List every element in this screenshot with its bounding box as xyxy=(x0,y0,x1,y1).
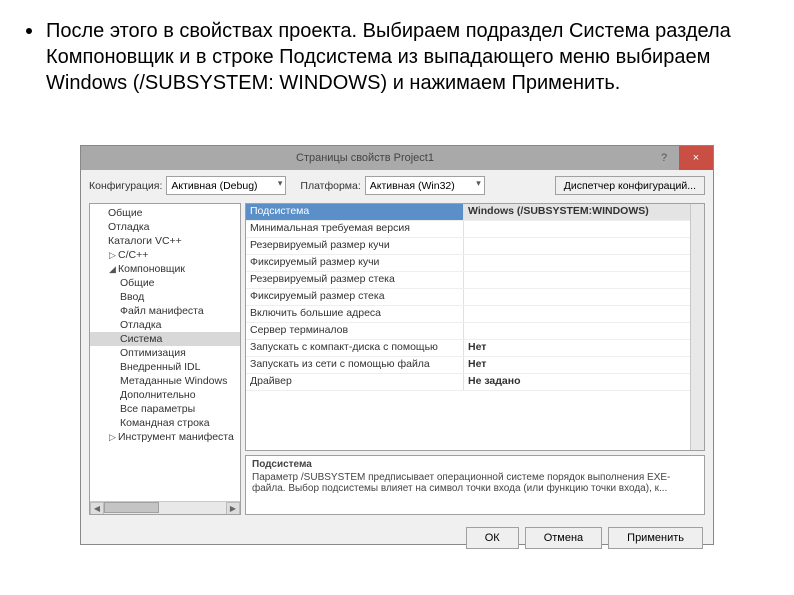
grid-property-value[interactable] xyxy=(464,289,704,305)
expander-icon[interactable]: ◢ xyxy=(108,264,117,275)
property-tree[interactable]: ОбщиеОтладкаКаталоги VC++▷C/C++◢Компонов… xyxy=(89,203,241,515)
tree-item[interactable]: Файл манифеста xyxy=(90,304,240,318)
tree-item[interactable]: Командная строка xyxy=(90,416,240,430)
property-grid: Подсистема Windows (/SUBSYSTEM:WINDOWS) … xyxy=(245,203,705,451)
tree-item-label: Оптимизация xyxy=(120,347,186,359)
grid-row[interactable]: Включить большие адреса xyxy=(246,306,704,323)
tree-item-label: Каталоги VC++ xyxy=(108,235,182,247)
config-select[interactable]: Активная (Debug) xyxy=(166,176,286,195)
tree-item[interactable]: Метаданные Windows xyxy=(90,374,240,388)
tree-item-label: Инструмент манифеста xyxy=(118,431,234,443)
grid-property-label: Сервер терминалов xyxy=(246,323,464,339)
grid-property-value[interactable] xyxy=(464,255,704,271)
grid-property-label: Минимальная требуемая версия xyxy=(246,221,464,237)
description-body: Параметр /SUBSYSTEM предписывает операци… xyxy=(252,472,698,494)
tree-item-label: Компоновщик xyxy=(118,263,185,275)
grid-row[interactable]: Фиксируемый размер кучи xyxy=(246,255,704,272)
close-button[interactable]: × xyxy=(679,146,713,170)
slide-text: После этого в свойствах проекта. Выбирае… xyxy=(46,18,746,96)
subsystem-label: Подсистема xyxy=(246,204,464,220)
tree-item-label: Отладка xyxy=(120,319,162,331)
cancel-button[interactable]: Отмена xyxy=(525,527,602,549)
grid-row[interactable]: Минимальная требуемая версия xyxy=(246,221,704,238)
grid-property-value[interactable]: Нет xyxy=(464,340,704,356)
grid-property-label: Запускать с компакт-диска с помощью xyxy=(246,340,464,356)
dialog-title: Страницы свойств Project1 xyxy=(81,152,649,164)
grid-row[interactable]: Сервер терминалов xyxy=(246,323,704,340)
grid-property-value[interactable] xyxy=(464,323,704,339)
grid-header-row[interactable]: Подсистема Windows (/SUBSYSTEM:WINDOWS) xyxy=(246,204,704,221)
tree-item[interactable]: ▷C/C++ xyxy=(90,248,240,262)
subsystem-value[interactable]: Windows (/SUBSYSTEM:WINDOWS) xyxy=(464,204,704,220)
tree-item[interactable]: ◢Компоновщик xyxy=(90,262,240,276)
tree-scrollbar[interactable]: ◀ ▶ xyxy=(90,501,240,514)
tree-item[interactable]: Отладка xyxy=(90,220,240,234)
ok-button[interactable]: ОК xyxy=(466,527,519,549)
tree-item-label: Все параметры xyxy=(120,403,195,415)
tree-item-label: Отладка xyxy=(108,221,150,233)
grid-property-label: Включить большие адреса xyxy=(246,306,464,322)
grid-row[interactable]: ДрайверНе задано xyxy=(246,374,704,391)
grid-row[interactable]: Запускать с компакт-диска с помощьюНет xyxy=(246,340,704,357)
expander-icon[interactable]: ▷ xyxy=(108,250,117,261)
grid-property-label: Драйвер xyxy=(246,374,464,390)
bullet-icon xyxy=(26,28,32,34)
grid-property-value[interactable]: Нет xyxy=(464,357,704,373)
grid-property-value[interactable] xyxy=(464,272,704,288)
grid-property-label: Фиксируемый размер кучи xyxy=(246,255,464,271)
tree-item-label: Система xyxy=(120,333,162,345)
tree-item-label: Внедренный IDL xyxy=(120,361,200,373)
apply-button[interactable]: Применить xyxy=(608,527,703,549)
expander-icon[interactable]: ▷ xyxy=(108,432,117,443)
tree-item[interactable]: Общие xyxy=(90,206,240,220)
grid-scrollbar[interactable] xyxy=(690,204,704,450)
tree-item-label: Метаданные Windows xyxy=(120,375,227,387)
property-pages-dialog: Страницы свойств Project1 ? × Конфигурац… xyxy=(80,145,714,545)
tree-item[interactable]: Общие xyxy=(90,276,240,290)
grid-property-label: Запускать из сети с помощью файла xyxy=(246,357,464,373)
tree-item-label: Ввод xyxy=(120,291,144,303)
title-bar: Страницы свойств Project1 ? × xyxy=(81,146,713,170)
scroll-right-icon[interactable]: ▶ xyxy=(226,502,240,515)
tree-item[interactable]: Внедренный IDL xyxy=(90,360,240,374)
grid-property-value[interactable] xyxy=(464,221,704,237)
grid-property-label: Фиксируемый размер стека xyxy=(246,289,464,305)
dialog-footer: ОК Отмена Применить xyxy=(81,519,713,557)
grid-property-label: Резервируемый размер кучи xyxy=(246,238,464,254)
description-title: Подсистема xyxy=(252,459,698,470)
tree-item[interactable]: Дополнительно xyxy=(90,388,240,402)
config-toolbar: Конфигурация: Активная (Debug) Платформа… xyxy=(81,170,713,201)
grid-row[interactable]: Резервируемый размер стека xyxy=(246,272,704,289)
tree-item[interactable]: Ввод xyxy=(90,290,240,304)
platform-label: Платформа: xyxy=(300,180,360,192)
tree-item[interactable]: Каталоги VC++ xyxy=(90,234,240,248)
platform-select[interactable]: Активная (Win32) xyxy=(365,176,485,195)
tree-item-label: Общие xyxy=(120,277,155,289)
tree-item[interactable]: Все параметры xyxy=(90,402,240,416)
tree-item-label: Общие xyxy=(108,207,143,219)
grid-property-label: Резервируемый размер стека xyxy=(246,272,464,288)
grid-row[interactable]: Запускать из сети с помощью файлаНет xyxy=(246,357,704,374)
config-label: Конфигурация: xyxy=(89,180,162,192)
config-manager-button[interactable]: Диспетчер конфигураций... xyxy=(555,176,705,195)
tree-item-label: C/C++ xyxy=(118,249,148,261)
tree-item[interactable]: ▷Инструмент манифеста xyxy=(90,430,240,444)
grid-row[interactable]: Резервируемый размер кучи xyxy=(246,238,704,255)
tree-item-label: Дополнительно xyxy=(120,389,196,401)
grid-property-value[interactable] xyxy=(464,306,704,322)
scroll-left-icon[interactable]: ◀ xyxy=(90,502,104,515)
scroll-thumb[interactable] xyxy=(104,502,159,513)
grid-row[interactable]: Фиксируемый размер стека xyxy=(246,289,704,306)
tree-item-label: Командная строка xyxy=(120,417,210,429)
tree-item[interactable]: Отладка xyxy=(90,318,240,332)
help-button[interactable]: ? xyxy=(649,146,679,170)
tree-item[interactable]: Оптимизация xyxy=(90,346,240,360)
grid-property-value[interactable] xyxy=(464,238,704,254)
tree-item[interactable]: Система xyxy=(90,332,240,346)
description-panel: Подсистема Параметр /SUBSYSTEM предписыв… xyxy=(245,455,705,515)
tree-item-label: Файл манифеста xyxy=(120,305,204,317)
grid-property-value[interactable]: Не задано xyxy=(464,374,704,390)
